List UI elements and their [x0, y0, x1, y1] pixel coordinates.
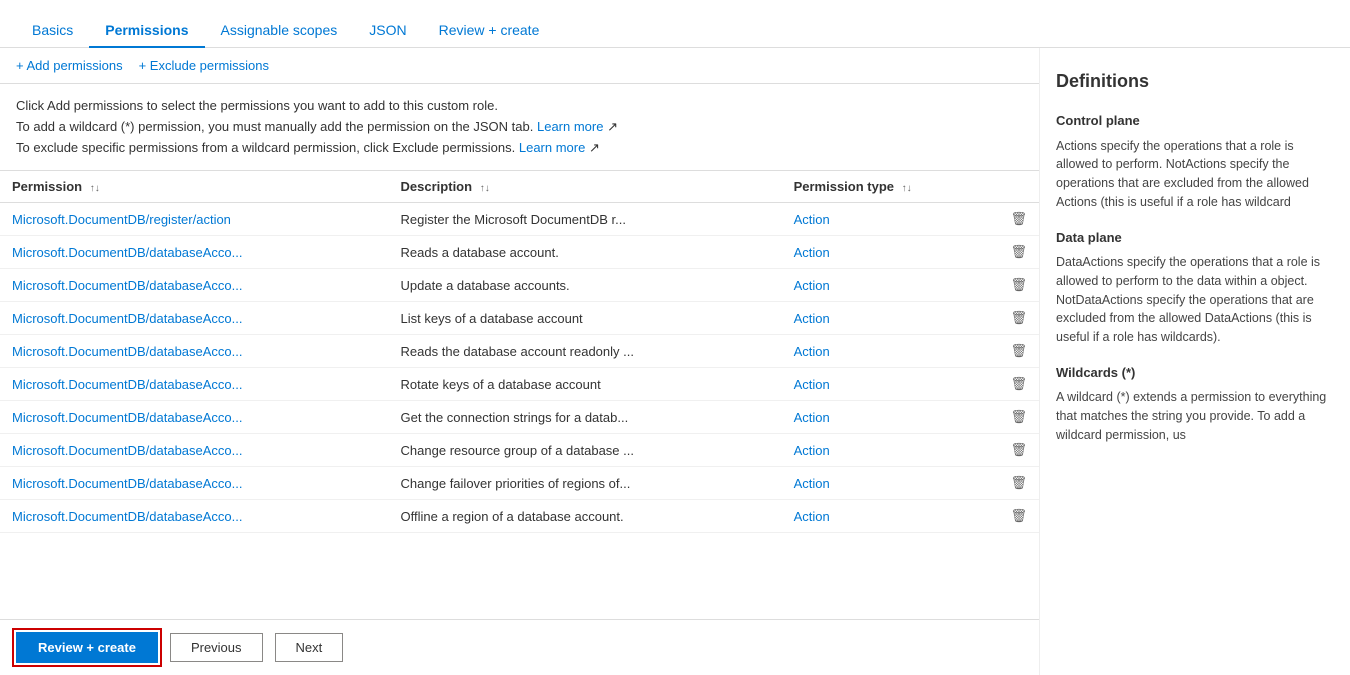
col-description[interactable]: Description ↑↓ — [389, 171, 782, 203]
info-line1: Click Add permissions to select the perm… — [16, 96, 1023, 117]
main-area: + Add permissions + Exclude permissions … — [0, 48, 1350, 675]
cell-permission: Microsoft.DocumentDB/databaseAcco... — [0, 467, 389, 500]
cell-type: Action — [782, 368, 999, 401]
info-line3: To exclude specific permissions from a w… — [16, 138, 1023, 159]
info-section: Click Add permissions to select the perm… — [0, 84, 1039, 171]
sort-icon-permission: ↑↓ — [90, 183, 100, 194]
content-panel: + Add permissions + Exclude permissions … — [0, 48, 1040, 675]
cell-type: Action — [782, 203, 999, 236]
tab-review-create[interactable]: Review + create — [423, 14, 556, 48]
permissions-table-wrapper: Permission ↑↓ Description ↑↓ Permission … — [0, 171, 1039, 619]
cell-description: Rotate keys of a database account — [389, 368, 782, 401]
table-row: Microsoft.DocumentDB/databaseAcco... Cha… — [0, 434, 1039, 467]
cell-permission: Microsoft.DocumentDB/databaseAcco... — [0, 434, 389, 467]
add-permissions-button[interactable]: + Add permissions — [16, 58, 123, 73]
cell-description: List keys of a database account — [389, 302, 782, 335]
table-row: Microsoft.DocumentDB/databaseAcco... Off… — [0, 500, 1039, 533]
cell-type: Action — [782, 269, 999, 302]
cell-type: Action — [782, 401, 999, 434]
definition-heading: Wildcards (*) — [1056, 363, 1334, 383]
tab-json[interactable]: JSON — [353, 14, 422, 48]
definition-section: Control plane Actions specify the operat… — [1056, 111, 1334, 212]
delete-row-button[interactable]: 🗑 — [998, 302, 1039, 335]
table-row: Microsoft.DocumentDB/databaseAcco... Get… — [0, 401, 1039, 434]
table-header-row: Permission ↑↓ Description ↑↓ Permission … — [0, 171, 1039, 203]
definition-text: A wildcard (*) extends a permission to e… — [1056, 388, 1334, 444]
delete-row-button[interactable]: 🗑 — [998, 335, 1039, 368]
table-row: Microsoft.DocumentDB/databaseAcco... Rea… — [0, 236, 1039, 269]
cell-permission: Microsoft.DocumentDB/databaseAcco... — [0, 236, 389, 269]
permissions-table: Permission ↑↓ Description ↑↓ Permission … — [0, 171, 1039, 533]
info-line2: To add a wildcard (*) permission, you mu… — [16, 117, 1023, 138]
definition-section: Data plane DataActions specify the opera… — [1056, 228, 1334, 347]
cell-description: Get the connection strings for a datab..… — [389, 401, 782, 434]
cell-description: Reads the database account readonly ... — [389, 335, 782, 368]
top-navigation: Basics Permissions Assignable scopes JSO… — [0, 0, 1350, 48]
sort-icon-type: ↑↓ — [902, 183, 912, 194]
delete-row-button[interactable]: 🗑 — [998, 236, 1039, 269]
tab-assignable-scopes[interactable]: Assignable scopes — [205, 14, 354, 48]
definition-heading: Data plane — [1056, 228, 1334, 248]
cell-type: Action — [782, 236, 999, 269]
delete-row-button[interactable]: 🗑 — [998, 269, 1039, 302]
tab-permissions[interactable]: Permissions — [89, 14, 204, 48]
table-row: Microsoft.DocumentDB/databaseAcco... Rot… — [0, 368, 1039, 401]
cell-type: Action — [782, 302, 999, 335]
cell-description: Update a database accounts. — [389, 269, 782, 302]
table-row: Microsoft.DocumentDB/databaseAcco... Cha… — [0, 467, 1039, 500]
next-button[interactable]: Next — [275, 633, 344, 662]
delete-row-button[interactable]: 🗑 — [998, 434, 1039, 467]
cell-permission: Microsoft.DocumentDB/databaseAcco... — [0, 335, 389, 368]
definition-heading: Control plane — [1056, 111, 1334, 131]
cell-description: Change failover priorities of regions of… — [389, 467, 782, 500]
cell-description: Change resource group of a database ... — [389, 434, 782, 467]
cell-type: Action — [782, 467, 999, 500]
definition-section: Wildcards (*) A wildcard (*) extends a p… — [1056, 363, 1334, 445]
cell-type: Action — [782, 500, 999, 533]
previous-button[interactable]: Previous — [170, 633, 263, 662]
delete-row-button[interactable]: 🗑 — [998, 368, 1039, 401]
cell-type: Action — [782, 434, 999, 467]
cell-description: Reads a database account. — [389, 236, 782, 269]
cell-type: Action — [782, 335, 999, 368]
delete-row-button[interactable]: 🗑 — [998, 500, 1039, 533]
learn-more-link-2[interactable]: Learn more — [519, 140, 585, 155]
cell-description: Offline a region of a database account. — [389, 500, 782, 533]
col-actions — [998, 171, 1039, 203]
cell-description: Register the Microsoft DocumentDB r... — [389, 203, 782, 236]
exclude-permissions-button[interactable]: + Exclude permissions — [139, 58, 269, 73]
definitions-title: Definitions — [1056, 68, 1334, 95]
col-permission-type[interactable]: Permission type ↑↓ — [782, 171, 999, 203]
sort-icon-description: ↑↓ — [480, 183, 490, 194]
delete-row-button[interactable]: 🗑 — [998, 203, 1039, 236]
table-row: Microsoft.DocumentDB/databaseAcco... Lis… — [0, 302, 1039, 335]
cell-permission: Microsoft.DocumentDB/databaseAcco... — [0, 302, 389, 335]
definition-text: DataActions specify the operations that … — [1056, 253, 1334, 347]
learn-more-link-1[interactable]: Learn more — [537, 119, 603, 134]
delete-row-button[interactable]: 🗑 — [998, 467, 1039, 500]
cell-permission: Microsoft.DocumentDB/databaseAcco... — [0, 500, 389, 533]
table-row: Microsoft.DocumentDB/register/action Reg… — [0, 203, 1039, 236]
cell-permission: Microsoft.DocumentDB/databaseAcco... — [0, 401, 389, 434]
table-row: Microsoft.DocumentDB/databaseAcco... Rea… — [0, 335, 1039, 368]
table-row: Microsoft.DocumentDB/databaseAcco... Upd… — [0, 269, 1039, 302]
cell-permission: Microsoft.DocumentDB/databaseAcco... — [0, 269, 389, 302]
permissions-toolbar: + Add permissions + Exclude permissions — [0, 48, 1039, 84]
review-create-button[interactable]: Review + create — [16, 632, 158, 663]
cell-permission: Microsoft.DocumentDB/databaseAcco... — [0, 368, 389, 401]
tab-basics[interactable]: Basics — [16, 14, 89, 48]
bottom-bar: Review + create Previous Next — [0, 619, 1039, 675]
col-permission[interactable]: Permission ↑↓ — [0, 171, 389, 203]
definition-text: Actions specify the operations that a ro… — [1056, 137, 1334, 212]
definitions-panel: Definitions Control plane Actions specif… — [1040, 48, 1350, 675]
cell-permission: Microsoft.DocumentDB/register/action — [0, 203, 389, 236]
delete-row-button[interactable]: 🗑 — [998, 401, 1039, 434]
